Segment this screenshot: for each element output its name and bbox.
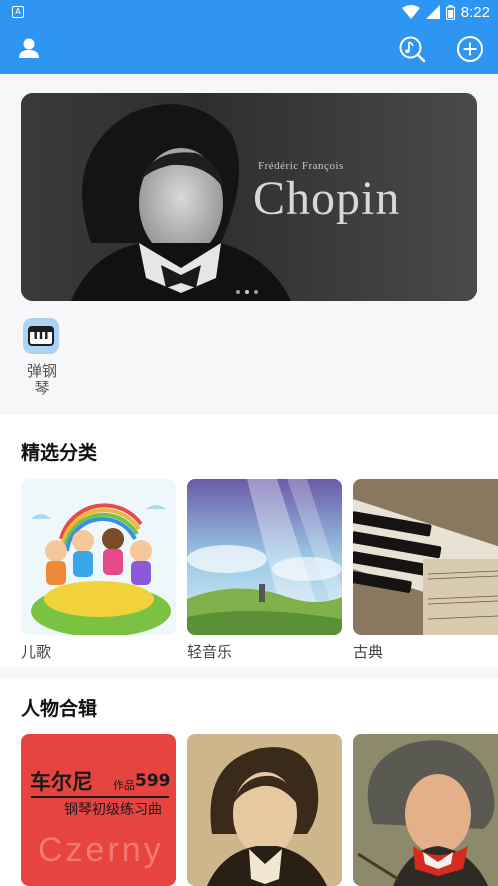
czerny-watermark: Czerny <box>38 831 164 869</box>
status-bar: A 8:22 <box>0 0 498 24</box>
banner-carousel[interactable]: Frédéric François Chopin <box>21 93 477 301</box>
person-card-beethoven[interactable] <box>353 734 498 886</box>
category-card-classical[interactable] <box>353 479 498 635</box>
children-songs-image <box>21 479 176 635</box>
top-bar: A 8:22 <box>0 0 498 74</box>
classical-image <box>353 479 498 635</box>
chopin-card-image <box>187 734 342 886</box>
czerny-opus-number: 599 <box>135 771 171 791</box>
banner-title: Chopin <box>253 172 401 225</box>
status-indicators: 8:22 <box>401 3 490 21</box>
chopin-portrait-image <box>21 93 477 301</box>
light-music-image <box>187 479 342 635</box>
category-card-light-music[interactable] <box>187 479 342 635</box>
category-label-light-music: 轻音乐 <box>187 643 233 661</box>
czerny-subtitle: 钢琴初级练习曲 <box>64 802 162 818</box>
battery-icon <box>445 4 455 20</box>
add-circle-icon[interactable] <box>456 35 484 63</box>
person-card-chopin[interactable] <box>187 734 342 886</box>
play-piano-entry[interactable]: 弹钢琴 <box>23 318 61 397</box>
people-collections-section: 人物合辑 车尔尼 作品 599 钢琴初级练习曲 Czerny <box>0 678 498 886</box>
category-label-children-songs: 儿歌 <box>21 643 52 661</box>
app-notification-icon: A <box>12 6 24 18</box>
featured-categories-section: 精选分类 儿歌 轻音乐 古典 <box>0 415 498 667</box>
carousel-dot <box>254 290 258 294</box>
carousel-dot <box>236 290 240 294</box>
wifi-icon <box>401 5 420 19</box>
carousel-indicator <box>236 290 258 294</box>
czerny-name: 车尔尼 <box>30 770 93 794</box>
signal-icon <box>425 5 440 19</box>
person-card-czerny[interactable]: 车尔尼 作品 599 钢琴初级练习曲 Czerny <box>21 734 176 886</box>
czerny-opus-prefix: 作品 <box>113 779 135 792</box>
app-bar <box>0 24 498 74</box>
play-piano-label: 弹钢琴 <box>26 362 57 397</box>
categories-title: 精选分类 <box>21 442 98 464</box>
status-time: 8:22 <box>460 3 490 21</box>
carousel-dot-active <box>245 290 249 294</box>
piano-icon <box>23 318 59 354</box>
music-search-icon[interactable] <box>398 35 426 63</box>
category-label-classical: 古典 <box>353 643 384 661</box>
user-icon[interactable] <box>16 36 42 62</box>
beethoven-card-image <box>353 734 498 886</box>
czerny-divider <box>31 796 169 798</box>
people-title: 人物合辑 <box>21 698 98 720</box>
category-card-children-songs[interactable] <box>21 479 176 635</box>
